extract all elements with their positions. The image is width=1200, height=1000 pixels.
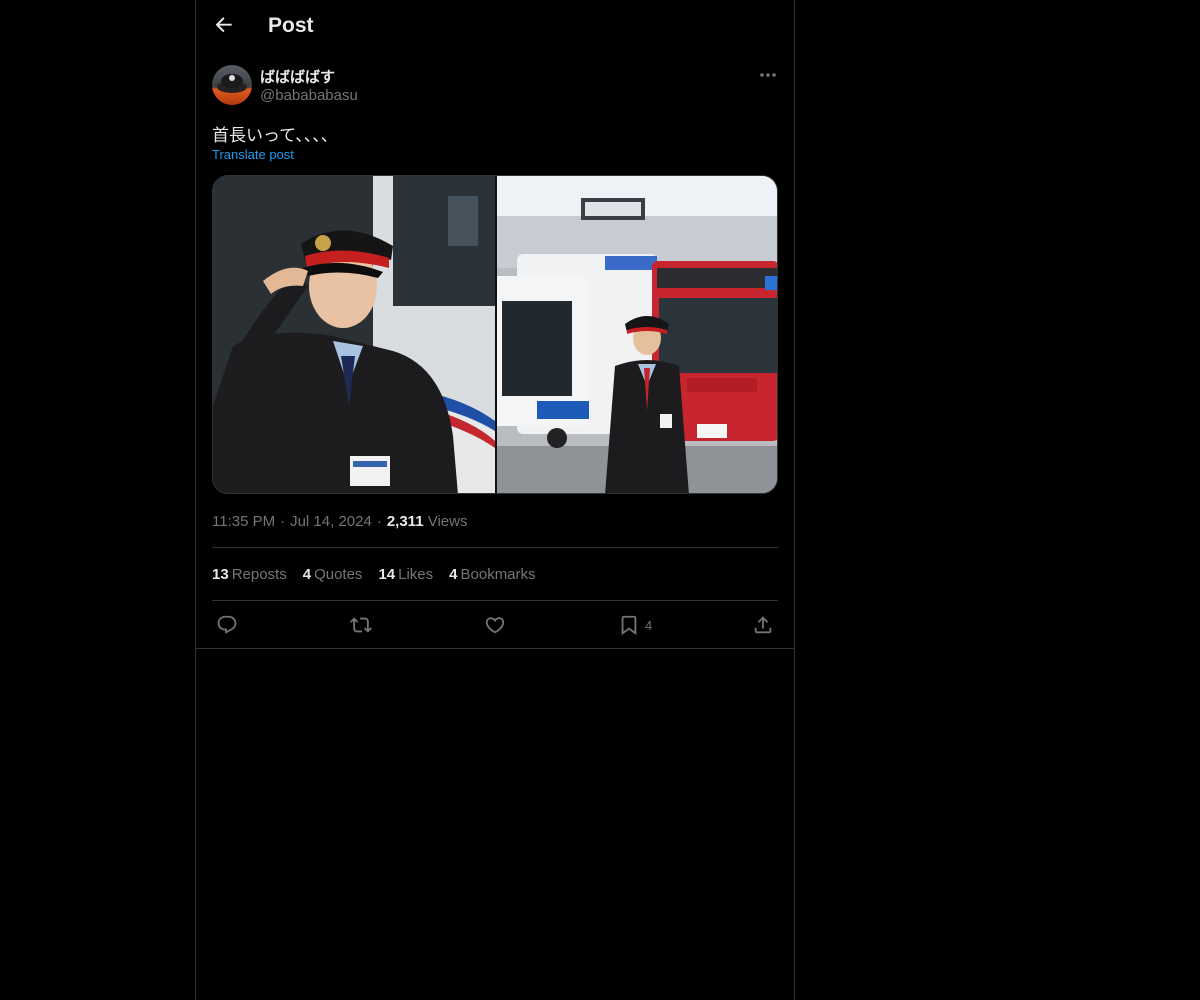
reposts-count: 13 — [212, 566, 229, 583]
views-label: Views — [427, 513, 468, 530]
author-display-name[interactable]: ばばばばす — [260, 66, 335, 87]
repost-button[interactable] — [350, 612, 372, 640]
divider — [212, 547, 778, 548]
share-button[interactable] — [752, 612, 774, 640]
divider — [212, 600, 778, 601]
reply-icon — [217, 615, 237, 634]
more-horizontal-icon — [760, 73, 776, 77]
bookmarks-count: 4 — [449, 566, 458, 583]
divider — [196, 648, 794, 649]
heart-icon — [485, 617, 505, 634]
post-meta: 11:35 PM · Jul 14, 2024 · 2,311 Views — [212, 513, 467, 530]
more-options-button[interactable] — [756, 66, 780, 84]
post-header: Post — [196, 0, 794, 54]
page-title: Post — [268, 14, 314, 37]
back-button[interactable] — [210, 13, 236, 39]
photo-left-image — [213, 176, 495, 493]
bookmark-icon — [621, 615, 637, 636]
likes-count: 14 — [378, 566, 396, 583]
reposts-label: Reposts — [231, 566, 287, 583]
post-stats: 13 Reposts 4 Quotes 14 Likes 4 Bookmarks — [212, 566, 552, 583]
quotes-stat[interactable]: 4 Quotes — [303, 566, 363, 583]
arrow-left-icon — [215, 17, 232, 33]
likes-stat[interactable]: 14 Likes — [378, 566, 433, 583]
post-text: 首長いって、、、、 — [212, 126, 338, 146]
photo-right-image — [497, 176, 777, 493]
primary-column: Post ばばばばす @babababasu 首長いって、、、、 Transla… — [195, 0, 795, 1000]
photo-right[interactable] — [497, 176, 777, 493]
avatar-image — [212, 65, 252, 105]
bookmarks-stat[interactable]: 4 Bookmarks — [449, 566, 535, 583]
bookmark-button[interactable]: 4 — [618, 612, 668, 640]
post-media — [212, 175, 778, 494]
reposts-stat[interactable]: 13 Reposts — [212, 566, 287, 583]
post-actions: 4 — [196, 612, 794, 640]
photo-left[interactable] — [213, 176, 495, 493]
separator-dot: · — [280, 513, 286, 530]
like-button[interactable] — [484, 612, 506, 640]
likes-label: Likes — [398, 566, 434, 583]
post-date[interactable]: Jul 14, 2024 — [290, 513, 372, 530]
bookmark-count: 4 — [645, 618, 653, 633]
share-icon — [754, 616, 772, 634]
post-time[interactable]: 11:35 PM — [212, 513, 275, 530]
quotes-label: Quotes — [314, 566, 363, 583]
repost-icon — [350, 617, 372, 633]
views-count: 2,311 — [386, 513, 424, 530]
author-handle[interactable]: @babababasu — [260, 87, 358, 104]
reply-button[interactable] — [216, 612, 238, 640]
avatar[interactable] — [212, 65, 252, 105]
quotes-count: 4 — [302, 566, 312, 583]
bookmarks-label: Bookmarks — [460, 566, 536, 583]
translate-post-link[interactable]: Translate post — [212, 147, 294, 162]
separator-dot: · — [376, 513, 382, 530]
